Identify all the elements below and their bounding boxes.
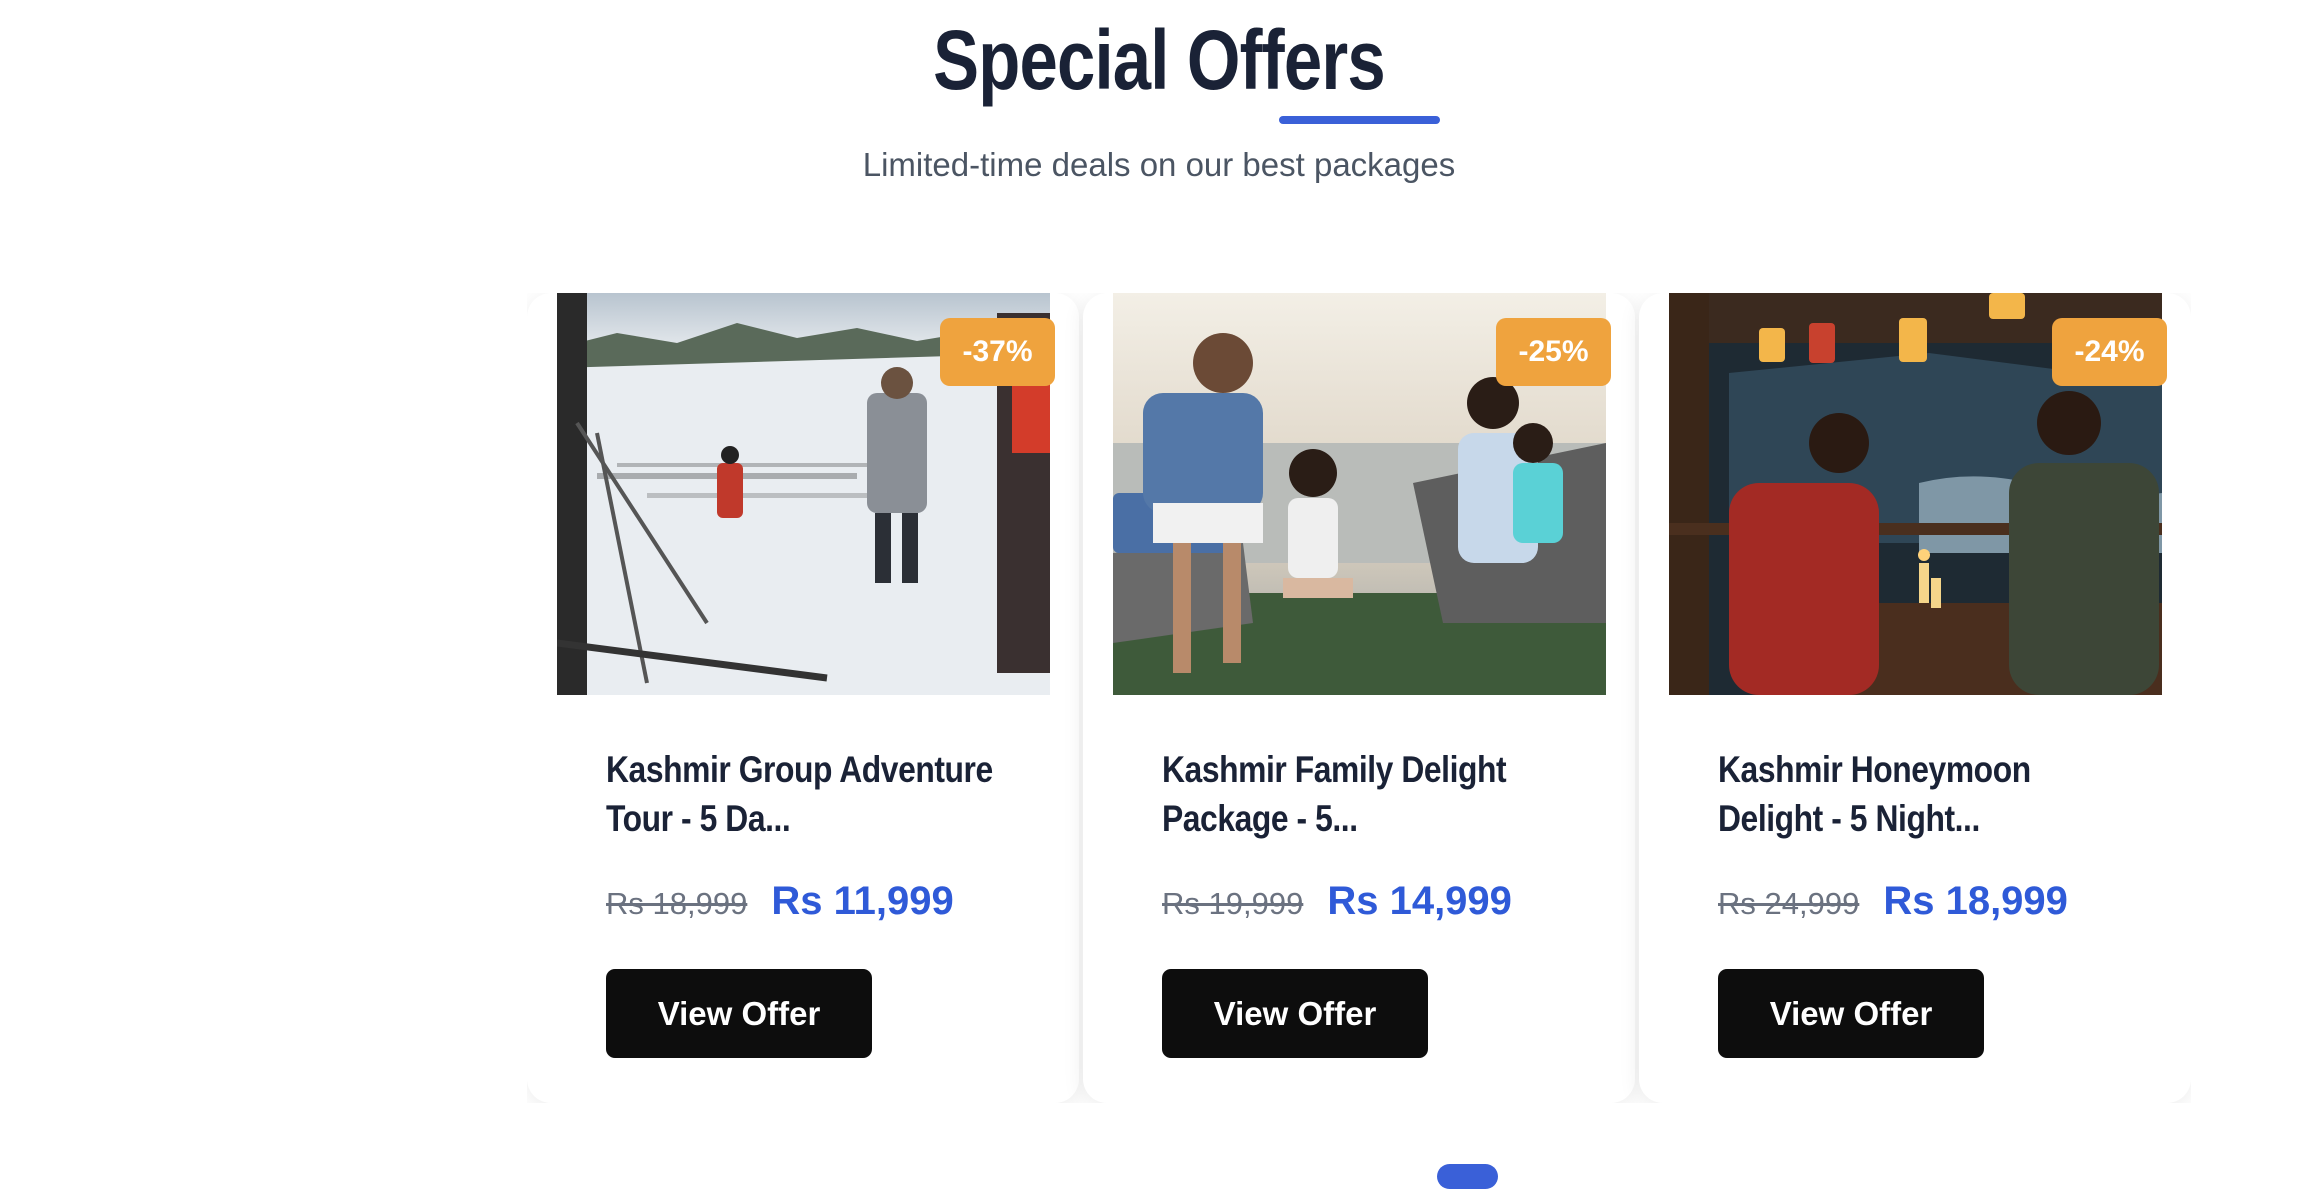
view-offer-button[interactable]: View Offer — [1162, 969, 1428, 1058]
price-row: Rs 19,999 Rs 14,999 — [1162, 879, 1512, 924]
offer-price: Rs 18,999 — [1883, 879, 2068, 923]
section-title: Special Offers — [933, 13, 1386, 107]
original-price: Rs 24,999 — [1718, 886, 1860, 921]
offers-carousel[interactable]: -37% Kashmir Group Adventure Tour - 5 Da… — [527, 293, 2191, 1103]
discount-badge: -25% — [1496, 318, 1611, 386]
pagination-dot-active[interactable] — [1437, 1164, 1498, 1189]
discount-badge: -37% — [940, 318, 1055, 386]
offer-price: Rs 11,999 — [771, 879, 954, 923]
offer-card[interactable]: -24% Kashmir Honeymoon Delight - 5 Night… — [1639, 293, 2191, 1103]
price-row: Rs 18,999 Rs 11,999 — [606, 879, 954, 924]
title-underline — [1279, 116, 1440, 124]
offer-card[interactable]: -25% Kashmir Family Delight Package - 5.… — [1083, 293, 1635, 1103]
offer-title[interactable]: Kashmir Family Delight Package - 5... — [1162, 745, 1558, 843]
original-price: Rs 19,999 — [1162, 886, 1304, 921]
carousel-pagination — [1437, 1164, 1498, 1189]
special-offers-section: Special Offers Limited-time deals on our… — [0, 0, 2318, 1202]
original-price: Rs 18,999 — [606, 886, 748, 921]
view-offer-button[interactable]: View Offer — [1718, 969, 1984, 1058]
offer-card[interactable]: -37% Kashmir Group Adventure Tour - 5 Da… — [527, 293, 1079, 1103]
section-subtitle: Limited-time deals on our best packages — [862, 146, 1456, 183]
view-offer-button[interactable]: View Offer — [606, 969, 872, 1058]
offer-title[interactable]: Kashmir Group Adventure Tour - 5 Da... — [606, 745, 1002, 843]
price-row: Rs 24,999 Rs 18,999 — [1718, 879, 2068, 924]
discount-badge: -24% — [2052, 318, 2167, 386]
offer-title[interactable]: Kashmir Honeymoon Delight - 5 Night... — [1718, 745, 2114, 843]
offer-price: Rs 14,999 — [1327, 879, 1512, 923]
